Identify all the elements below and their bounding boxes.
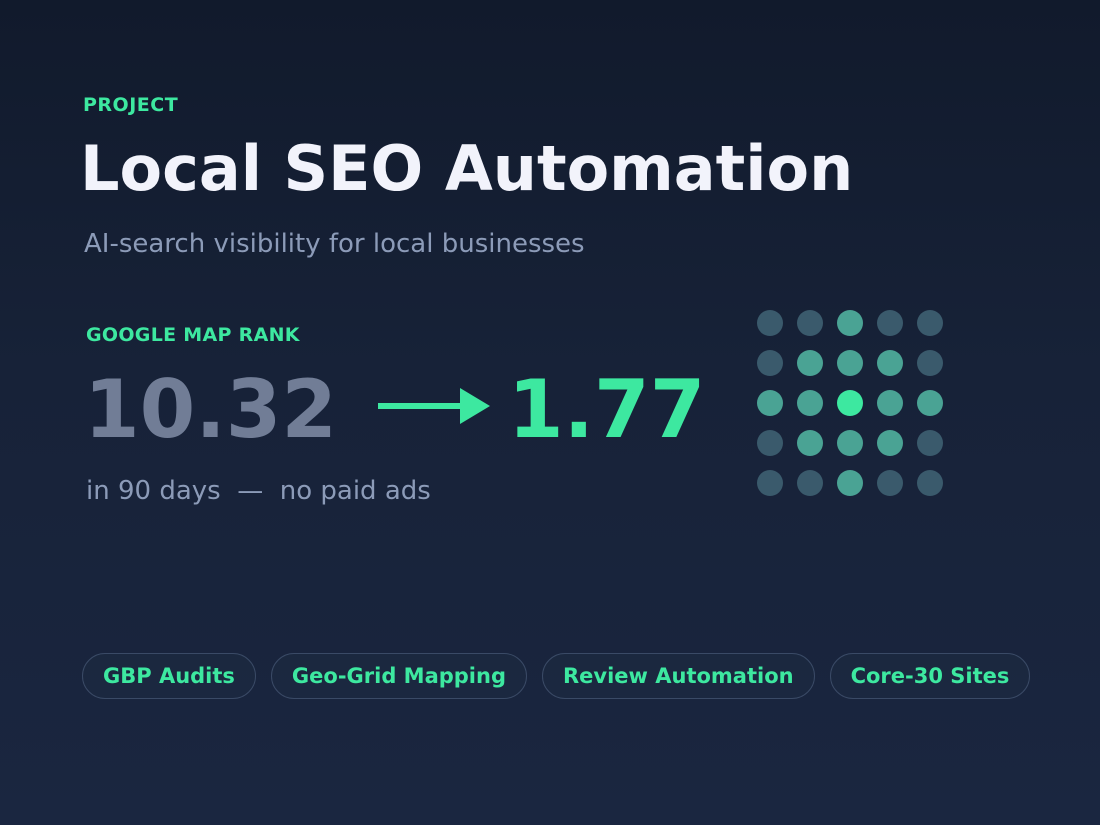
grid-dot [877,310,903,336]
grid-dot [877,470,903,496]
grid-dot [797,430,823,456]
feature-tags: GBP Audits Geo-Grid Mapping Review Autom… [82,653,1031,699]
grid-dot [837,390,863,416]
grid-dot [877,350,903,376]
metric-note: no paid ads [279,476,431,506]
grid-dot [797,470,823,496]
grid-dot [757,390,783,416]
tag-review-automation[interactable]: Review Automation [542,653,815,699]
grid-dot [757,470,783,496]
grid-dot [837,430,863,456]
grid-dot [837,350,863,376]
grid-dot [757,350,783,376]
grid-dot [877,430,903,456]
project-eyebrow: PROJECT [83,94,179,116]
arrow-right-icon [378,388,490,424]
metric-caption: in 90 days — no paid ads [86,474,431,508]
tag-gbp-audits[interactable]: GBP Audits [82,653,256,699]
grid-dot [797,310,823,336]
grid-dot [917,390,943,416]
grid-dot [877,390,903,416]
page-title: Local SEO Automation [80,132,854,205]
grid-dot [837,310,863,336]
grid-dot [917,350,943,376]
rank-before-value: 10.32 [84,363,338,456]
metric-label: GOOGLE MAP RANK [86,324,300,346]
grid-dot [837,470,863,496]
grid-dot [917,310,943,336]
metric-separator: — [237,476,264,506]
geo-grid-icon [757,310,943,496]
grid-dot [917,470,943,496]
metric-period: in 90 days [86,476,221,506]
grid-dot [757,430,783,456]
tag-core-30-sites[interactable]: Core-30 Sites [829,653,1031,699]
grid-dot [797,350,823,376]
grid-dot [757,310,783,336]
tag-geo-grid-mapping[interactable]: Geo-Grid Mapping [270,653,527,699]
grid-dot [917,430,943,456]
rank-after-value: 1.77 [508,363,706,456]
grid-dot [797,390,823,416]
page-subtitle: AI-search visibility for local businesse… [84,229,585,259]
